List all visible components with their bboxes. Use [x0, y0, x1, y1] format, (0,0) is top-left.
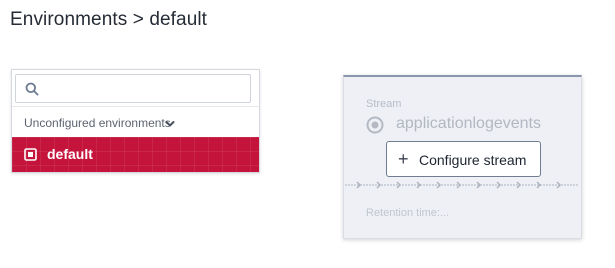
search-box[interactable]	[15, 74, 251, 103]
chevron-down-icon	[165, 117, 175, 131]
search-input[interactable]	[44, 78, 248, 101]
search-icon	[25, 82, 39, 101]
environment-icon	[24, 148, 37, 166]
environment-filter-dropdown[interactable]: Unconfigured environments	[12, 106, 259, 136]
data-flow-arrows	[345, 181, 578, 189]
stream-card: Stream applicationlogevents + Configure …	[343, 75, 582, 239]
stream-name: applicationlogevents	[396, 115, 541, 132]
environment-list-panel: Unconfigured environments default	[11, 69, 260, 173]
breadcrumb: Environments > default	[10, 9, 208, 30]
plus-icon: +	[398, 149, 409, 169]
environment-item-default[interactable]: default	[12, 137, 259, 172]
configure-stream-label: Configure stream	[419, 152, 527, 168]
stream-caption: Stream	[366, 98, 402, 110]
environment-item-label: default	[47, 146, 93, 162]
radio-icon	[366, 116, 384, 139]
filter-label: Unconfigured environments	[24, 116, 171, 130]
retention-time-label: Retention time:...	[366, 207, 450, 219]
configure-stream-button[interactable]: + Configure stream	[386, 141, 541, 177]
